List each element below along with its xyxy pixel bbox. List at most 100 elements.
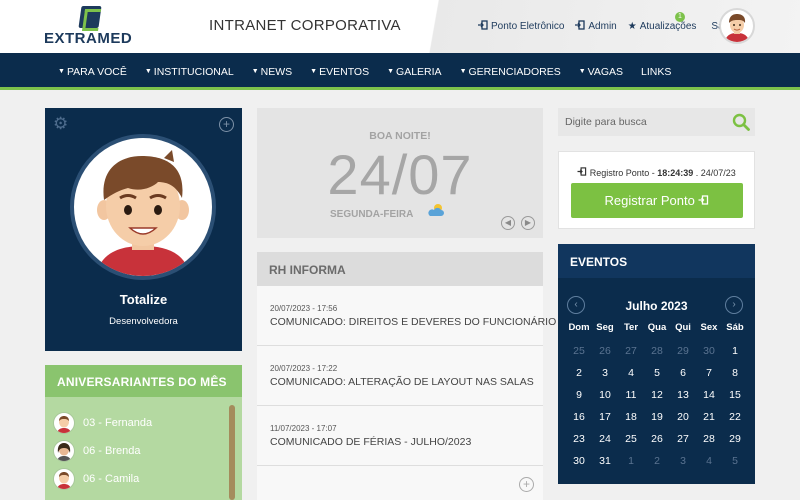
calendar-day[interactable]: 20 [670, 406, 696, 428]
calendar-day[interactable]: 24 [592, 428, 618, 450]
calendar-day[interactable]: 19 [644, 406, 670, 428]
calendar-day[interactable]: 5 [644, 362, 670, 384]
nav-item-gerenciadores[interactable]: ▼ GERENCIADORES [460, 66, 561, 78]
profile-photo [70, 134, 216, 280]
search-box [558, 108, 755, 136]
news-title: COMUNICADO: ALTERAÇÃO DE LAYOUT NAS SALA… [270, 376, 534, 388]
calendar-day[interactable]: 6 [670, 362, 696, 384]
profile-role: Desenvolvedora [109, 316, 178, 327]
calendar-day[interactable]: 2 [644, 450, 670, 472]
calendar-day[interactable]: 28 [696, 428, 722, 450]
calendar-day[interactable]: 14 [696, 384, 722, 406]
calendar-day[interactable]: 12 [644, 384, 670, 406]
calendar-day[interactable]: 2 [566, 362, 592, 384]
registrar-ponto-button[interactable]: Registrar Ponto [571, 183, 743, 218]
nav-item-links[interactable]: LINKS [641, 66, 671, 78]
nav-label: GALERIA [396, 65, 442, 78]
calendar-day[interactable]: 25 [566, 340, 592, 362]
birthdays-title: ANIVERSARIANTES DO MÊS [45, 365, 242, 397]
logo-text: EXTRAMED [44, 30, 133, 47]
nav-label: PARA VOCÊ [66, 65, 127, 78]
ponto-eletronico-link[interactable]: Ponto Eletrônico [478, 20, 564, 33]
nav-label: NEWS [260, 65, 293, 78]
avatar [53, 412, 75, 434]
ponto-eletronico-label: Ponto Eletrônico [491, 21, 565, 32]
calendar-day[interactable]: 13 [670, 384, 696, 406]
nav-item-news[interactable]: ▼ NEWS [252, 66, 292, 78]
company-logo[interactable]: EXTRAMED [44, 6, 140, 48]
calendar-day[interactable]: 15 [722, 384, 748, 406]
add-icon[interactable]: + [519, 477, 534, 492]
calendar-day[interactable]: 28 [644, 340, 670, 362]
next-arrow-icon[interactable]: ▶ [521, 216, 535, 230]
news-title: COMUNICADO DE FÉRIAS - JULHO/2023 [270, 436, 472, 448]
calendar-day[interactable]: 26 [592, 340, 618, 362]
calendar-day[interactable]: 16 [566, 406, 592, 428]
nav-item-eventos[interactable]: ▼ EVENTOS [310, 66, 369, 78]
prev-arrow-icon[interactable]: ◀ [501, 216, 515, 230]
list-item[interactable]: 06 - Camila [53, 465, 152, 493]
add-icon[interactable]: + [219, 117, 234, 132]
scrollbar[interactable] [229, 405, 235, 500]
nav-label: INSTITUCIONAL [153, 65, 234, 78]
calendar-day[interactable]: 30 [566, 450, 592, 472]
calendar-day[interactable]: 26 [644, 428, 670, 450]
calendar-day[interactable]: 8 [722, 362, 748, 384]
updates-badge: 1 [675, 12, 685, 22]
nav-item-para-voce[interactable]: ▼ PARA VOCÊ [58, 66, 127, 78]
admin-link[interactable]: Admin [575, 20, 617, 33]
signin-icon [478, 20, 488, 33]
birthday-label: 03 - Fernanda [83, 417, 153, 429]
nav-label: VAGAS [587, 65, 624, 78]
page-title: INTRANET CORPORATIVA [209, 17, 401, 34]
calendar-day[interactable]: 27 [670, 428, 696, 450]
chevron-right-icon[interactable]: › [725, 296, 743, 314]
gear-icon[interactable]: ⚙ [53, 115, 71, 133]
calendar-day[interactable]: 21 [696, 406, 722, 428]
calendar-day[interactable]: 5 [722, 450, 748, 472]
calendar-day[interactable]: 27 [618, 340, 644, 362]
calendar-day[interactable]: 29 [722, 428, 748, 450]
calendar-day[interactable]: 9 [566, 384, 592, 406]
list-item[interactable]: 06 - Brenda [53, 437, 152, 465]
calendar-day[interactable]: 29 [670, 340, 696, 362]
calendar-day[interactable]: 22 [722, 406, 748, 428]
calendar-day[interactable]: 31 [592, 450, 618, 472]
list-item[interactable]: 03 - Fernanda [53, 409, 152, 437]
main-navbar: ▼ PARA VOCÊ ▼ INSTITUCIONAL ▼ NEWS ▼ EVENTOS… [0, 53, 800, 90]
birthday-label: 06 - Brenda [83, 445, 141, 457]
profile-avatar-icon [96, 150, 190, 276]
calendar-day[interactable]: 17 [592, 406, 618, 428]
calendar-day[interactable]: 10 [592, 384, 618, 406]
calendar-day[interactable]: 4 [696, 450, 722, 472]
calendar-day[interactable]: 23 [566, 428, 592, 450]
calendar-day[interactable]: 1 [722, 340, 748, 362]
user-avatar[interactable] [719, 8, 755, 44]
news-item[interactable]: 20/07/2023 - 17:22 COMUNICADO: ALTERAÇÃO… [257, 346, 543, 406]
search-input[interactable] [558, 108, 728, 136]
news-date: 20/07/2023 - 17:22 [270, 364, 338, 373]
weather-icon [427, 203, 445, 217]
atualizacoes-label: Atualizações [639, 21, 697, 32]
events-title: EVENTOS [558, 244, 755, 278]
calendar-day[interactable]: 25 [618, 428, 644, 450]
news-item[interactable]: 20/07/2023 - 17:56 COMUNICADO: DIREITOS … [257, 286, 556, 346]
calendar-day[interactable]: 3 [670, 450, 696, 472]
nav-item-galeria[interactable]: ▼ GALERIA [387, 66, 441, 78]
calendar-day[interactable]: 11 [618, 384, 644, 406]
calendar-weekday: Qui [675, 322, 691, 333]
nav-label: GERENCIADORES [468, 65, 561, 78]
search-icon[interactable] [732, 113, 750, 131]
calendar-day[interactable]: 18 [618, 406, 644, 428]
atualizacoes-link[interactable]: ★ Atualizações [628, 21, 697, 32]
calendar-day[interactable]: 1 [618, 450, 644, 472]
calendar-day[interactable]: 3 [592, 362, 618, 384]
calendar-day[interactable]: 30 [696, 340, 722, 362]
calendar-day[interactable]: 4 [618, 362, 644, 384]
news-item[interactable]: 11/07/2023 - 17:07 COMUNICADO DE FÉRIAS … [257, 406, 543, 466]
caret-down-icon: ▼ [144, 68, 152, 75]
nav-item-vagas[interactable]: ▼ VAGAS [579, 66, 623, 78]
nav-item-institucional[interactable]: ▼ INSTITUCIONAL [145, 66, 234, 78]
weekday: SEGUNDA-FEIRA [330, 209, 414, 220]
calendar-day[interactable]: 7 [696, 362, 722, 384]
